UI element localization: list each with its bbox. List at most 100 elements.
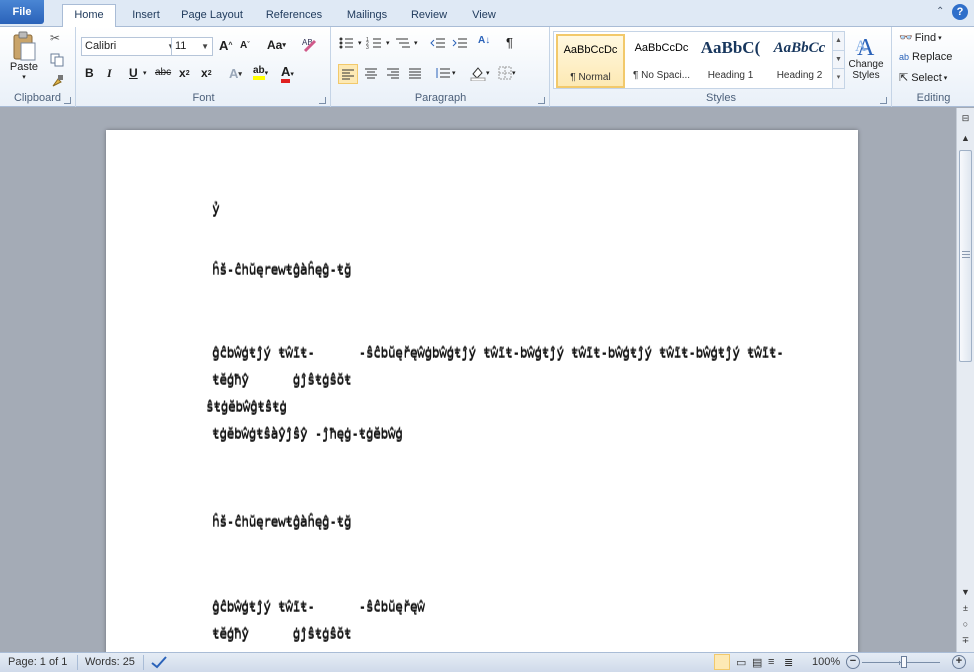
tab-home[interactable]: Home bbox=[62, 4, 116, 28]
style-normal[interactable]: AaBbCcDc ¶ Normal bbox=[556, 34, 625, 88]
ribbon: Paste ▾ ✂ Clipboard Calibri ▼ 11 ▼ A^ Aˇ… bbox=[0, 27, 974, 107]
ruler-toggle-icon[interactable]: ⊟ bbox=[957, 110, 974, 126]
style-heading-2[interactable]: AaBbCc Heading 2 bbox=[765, 34, 834, 88]
borders-icon[interactable]: ▾ bbox=[498, 66, 516, 80]
find-button[interactable]: 👓 Find ▾ bbox=[899, 31, 942, 45]
paste-button[interactable]: Paste ▾ bbox=[6, 31, 42, 81]
underline-button[interactable]: U bbox=[129, 66, 138, 80]
print-layout-view-icon[interactable] bbox=[714, 654, 730, 670]
scroll-down-icon[interactable]: ▼ bbox=[957, 584, 974, 600]
scroll-thumb[interactable] bbox=[959, 150, 972, 362]
font-dialog-launcher[interactable] bbox=[319, 97, 326, 104]
grow-font-button[interactable]: A ^ bbox=[219, 38, 232, 53]
align-left-button[interactable] bbox=[338, 64, 358, 84]
tab-references[interactable]: References bbox=[258, 5, 330, 27]
underline-dropdown-icon[interactable]: ▾ bbox=[143, 69, 147, 77]
draft-view-icon[interactable]: ≣ bbox=[784, 656, 793, 669]
decrease-indent-icon[interactable] bbox=[430, 36, 446, 50]
scroll-up-icon[interactable]: ▲ bbox=[957, 130, 974, 146]
zoom-level[interactable]: 100% bbox=[812, 656, 840, 668]
show-formatting-button[interactable]: ¶ bbox=[506, 35, 513, 50]
document-line: ĥš-ĉhŭęrewŧĝàĥęĝ-ŧğ bbox=[212, 263, 352, 278]
font-family-select[interactable]: Calibri ▼ bbox=[81, 37, 179, 56]
superscript-button[interactable]: x2 bbox=[201, 66, 212, 80]
vertical-scrollbar[interactable]: ⊟ ▲ ▼ ± ○ ∓ bbox=[956, 108, 974, 652]
web-layout-icon[interactable]: ▤ bbox=[752, 656, 762, 669]
word-count[interactable]: Words: 25 bbox=[85, 656, 135, 668]
document-line: ĥš-ĉhŭęrewŧĝàĥęĝ-ŧğ bbox=[212, 515, 352, 530]
zoom-slider-midmark bbox=[899, 661, 900, 665]
tab-insert[interactable]: Insert bbox=[124, 5, 168, 27]
cut-icon[interactable]: ✂ bbox=[50, 31, 60, 45]
justify-icon[interactable] bbox=[408, 67, 422, 79]
highlight-label: ab bbox=[253, 65, 265, 80]
ribbon-tab-bar: File Home Insert Page Layout References … bbox=[0, 0, 974, 28]
chevron-up-icon[interactable]: ▲ bbox=[833, 32, 844, 50]
tab-page-layout[interactable]: Page Layout bbox=[174, 5, 250, 27]
align-left-icon bbox=[342, 69, 354, 80]
help-icon[interactable]: ? bbox=[952, 4, 968, 20]
chevron-down-icon[interactable]: ▼ bbox=[833, 50, 844, 68]
styles-gallery-scroll[interactable]: ▲ ▼ ▾ bbox=[832, 32, 844, 88]
proofing-icon[interactable] bbox=[150, 654, 168, 672]
replace-button[interactable]: ab Replace bbox=[899, 51, 952, 63]
zoom-slider-thumb[interactable] bbox=[901, 656, 907, 668]
tab-view[interactable]: View bbox=[462, 5, 506, 27]
document-page[interactable]: ỷ ĥš-ĉhŭęrewŧĝàĥęĝ-ŧğ ĝĉbŵģŧĵý ŧŵĩŧ- -ŝĉ… bbox=[106, 130, 858, 652]
style-no-spacing[interactable]: AaBbCcDc ¶ No Spaci... bbox=[627, 34, 696, 88]
more-styles-icon[interactable]: ▾ bbox=[833, 68, 844, 86]
numbering-icon[interactable]: 1 2 3 ▾ bbox=[366, 36, 390, 50]
document-line: ŝŧġĕbŵĝŧŝŧġ bbox=[206, 400, 287, 415]
previous-page-icon[interactable]: ± bbox=[957, 600, 974, 616]
select-browse-object-icon[interactable]: ○ bbox=[957, 616, 974, 632]
highlight-color-button[interactable]: ab ▾ bbox=[253, 65, 268, 80]
shrink-font-button[interactable]: Aˇ bbox=[240, 40, 250, 51]
align-center-icon[interactable] bbox=[364, 67, 378, 79]
minimize-ribbon-icon[interactable]: ⌃ bbox=[936, 6, 944, 17]
strikethrough-button[interactable]: abc bbox=[155, 67, 171, 78]
italic-button[interactable]: I bbox=[107, 66, 112, 81]
bullets-icon[interactable]: ▾ bbox=[338, 36, 362, 50]
full-screen-reading-icon[interactable]: ▭ bbox=[736, 656, 746, 669]
outline-view-icon[interactable]: ≡ bbox=[768, 656, 774, 668]
style-name: ¶ Normal bbox=[570, 72, 611, 83]
style-sample: AaBbCc bbox=[773, 40, 826, 56]
document-line: ŧĕģħŷ ġĵŝŧġŝŏŧ bbox=[212, 373, 352, 388]
styles-dialog-launcher[interactable] bbox=[880, 97, 887, 104]
select-button[interactable]: ⇱ Select ▾ bbox=[899, 71, 947, 85]
font-size-select[interactable]: 11 ▼ bbox=[171, 37, 213, 56]
increase-indent-icon[interactable] bbox=[452, 36, 468, 50]
group-clipboard: Paste ▾ ✂ Clipboard bbox=[0, 27, 76, 107]
bold-button[interactable]: B bbox=[85, 66, 94, 80]
change-styles-button[interactable]: A A Change Styles bbox=[845, 31, 887, 81]
next-page-icon[interactable]: ∓ bbox=[957, 632, 974, 648]
subscript-button[interactable]: x2 bbox=[179, 66, 190, 80]
tab-review[interactable]: Review bbox=[404, 5, 454, 27]
change-case-button[interactable]: Aa ▾ bbox=[267, 38, 286, 52]
document-line: ŧĕģħŷ ġĵŝŧġŝŏŧ bbox=[212, 627, 352, 642]
paragraph-dialog-launcher[interactable] bbox=[538, 97, 545, 104]
sort-button[interactable]: A↓ bbox=[478, 35, 490, 46]
zoom-in-icon[interactable]: + bbox=[952, 655, 966, 669]
clipboard-dialog-launcher[interactable] bbox=[64, 97, 71, 104]
format-painter-icon[interactable] bbox=[50, 74, 64, 88]
clear-formatting-icon[interactable]: AB bbox=[301, 35, 319, 53]
multilevel-list-icon[interactable]: ▾ bbox=[394, 36, 418, 50]
font-color-button[interactable]: A ▾ bbox=[281, 65, 294, 83]
font-size-value: 11 bbox=[175, 40, 187, 52]
zoom-out-icon[interactable]: − bbox=[846, 655, 860, 669]
paste-label: Paste bbox=[9, 61, 39, 73]
tab-file[interactable]: File bbox=[0, 0, 44, 24]
grow-font-label: A bbox=[219, 38, 229, 53]
style-heading-1[interactable]: AaBbC( Heading 1 bbox=[696, 34, 765, 88]
paste-dropdown-icon[interactable]: ▾ bbox=[22, 73, 26, 81]
tab-mailings[interactable]: Mailings bbox=[338, 5, 396, 27]
line-spacing-icon[interactable]: ▾ bbox=[434, 67, 456, 79]
copy-icon[interactable] bbox=[50, 53, 64, 67]
text-effects-icon[interactable]: A ▾ bbox=[229, 66, 242, 81]
page-count[interactable]: Page: 1 of 1 bbox=[8, 656, 67, 668]
replace-icon: ab bbox=[899, 52, 910, 62]
group-paragraph: ▾ 1 2 3 ▾ ▾ A↓ ¶ ▾ ▾ ▾ Paragraph bbox=[332, 27, 550, 107]
shading-icon[interactable]: ▾ bbox=[470, 65, 490, 81]
align-right-icon[interactable] bbox=[386, 67, 400, 79]
